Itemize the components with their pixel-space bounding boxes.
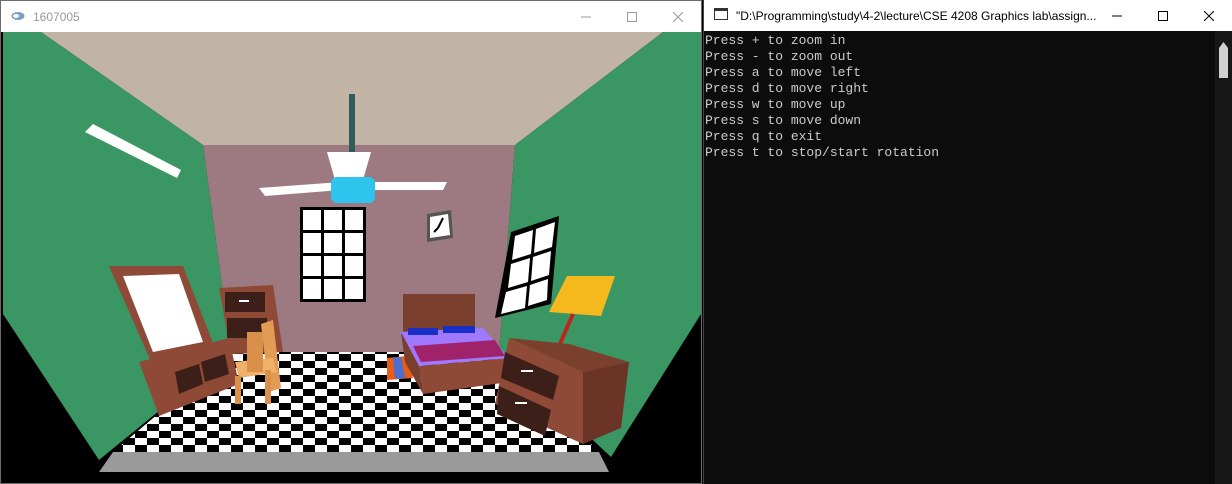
- gl-window-title: 1607005: [33, 9, 80, 24]
- console-window-title: "D:\Programming\study\4-2\lecture\CSE 42…: [736, 8, 1096, 23]
- room-scene[interactable]: [3, 32, 701, 483]
- console-titlebar[interactable]: "D:\Programming\study\4-2\lecture\CSE 42…: [704, 0, 1232, 31]
- console-minimize-button[interactable]: [1094, 0, 1140, 31]
- console-line: Press t to stop/start rotation: [705, 145, 940, 160]
- console-line: Press w to move up: [705, 97, 846, 112]
- minimize-icon: [1112, 15, 1122, 16]
- fan-blade-right: [367, 182, 447, 190]
- maximize-button[interactable]: [609, 1, 655, 32]
- back-window: [300, 207, 366, 302]
- maximize-icon: [1158, 10, 1168, 21]
- close-button[interactable]: [655, 1, 701, 32]
- console-line: Press s to move down: [705, 113, 862, 128]
- vertical-scrollbar[interactable]: [1215, 31, 1232, 484]
- minimize-icon: [581, 16, 591, 17]
- fan-rod: [349, 94, 355, 156]
- console-app-icon: [714, 7, 728, 25]
- floor-edge: [99, 452, 609, 472]
- console-maximize-button[interactable]: [1140, 0, 1186, 31]
- console-close-button[interactable]: [1186, 0, 1232, 31]
- console-line: Press a to move left: [705, 65, 862, 80]
- console-line: Press q to exit: [705, 129, 823, 144]
- minimize-button[interactable]: [563, 1, 609, 32]
- console-line: Press d to move right: [705, 81, 869, 96]
- close-icon: [1204, 10, 1214, 21]
- maximize-icon: [627, 11, 637, 22]
- console-output[interactable]: Press + to zoom in Press - to zoom out P…: [704, 31, 1215, 484]
- console-line: Press - to zoom out: [705, 49, 854, 64]
- opengl-window: 1607005: [0, 0, 702, 484]
- fan-motor: [331, 177, 375, 203]
- wall-clock: [427, 210, 453, 242]
- close-icon: [673, 11, 683, 22]
- app-icon: [11, 8, 25, 26]
- scrollbar-thumb[interactable]: [1219, 48, 1228, 78]
- console-window: "D:\Programming\study\4-2\lecture\CSE 42…: [703, 0, 1232, 484]
- gl-titlebar[interactable]: 1607005: [1, 1, 701, 32]
- console-line: Press + to zoom in: [705, 33, 846, 48]
